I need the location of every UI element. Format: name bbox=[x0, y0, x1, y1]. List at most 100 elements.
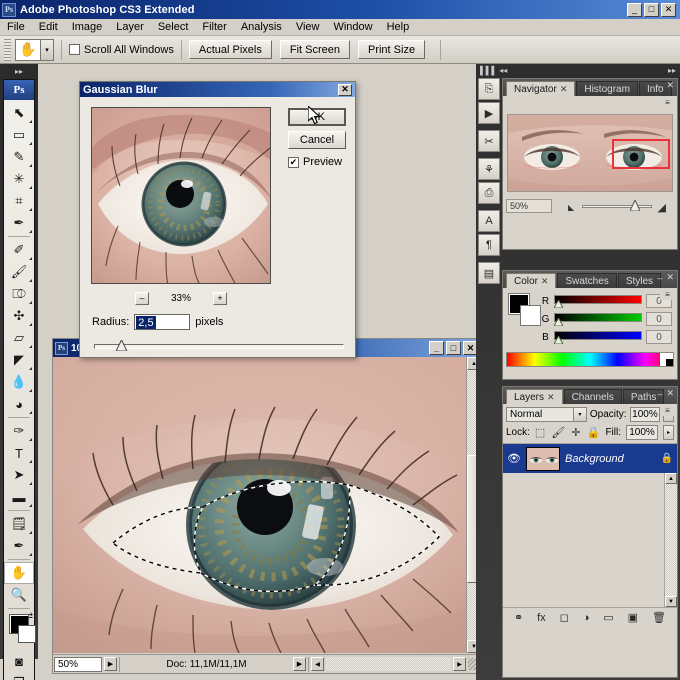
magic-wand-tool[interactable]: ✳ bbox=[4, 168, 34, 190]
gaussian-blur-preview-image[interactable] bbox=[91, 107, 271, 284]
tab-color-swatches[interactable]: Swatches bbox=[557, 273, 617, 288]
tab-navigator-histogram[interactable]: Histogram bbox=[576, 81, 638, 96]
tool-flyout-triangle-icon[interactable] bbox=[29, 161, 32, 167]
menu-item-help[interactable]: Help bbox=[380, 20, 417, 34]
channel-value-b[interactable]: 0 bbox=[646, 330, 672, 344]
tab-navigator-navigator[interactable]: Navigator ✕ bbox=[506, 81, 576, 96]
lock-all-icon[interactable]: 🔒 bbox=[587, 426, 601, 439]
tool-preset-chevron-down-icon[interactable]: ▾ bbox=[41, 38, 54, 61]
background-color-swatch[interactable] bbox=[18, 625, 36, 643]
channel-slider-b[interactable] bbox=[554, 331, 642, 344]
paragraph-panel-icon[interactable]: ¶ bbox=[478, 234, 500, 256]
actual-pixels-button[interactable]: Actual Pixels bbox=[188, 40, 272, 59]
channel-gradient-bar[interactable] bbox=[554, 331, 642, 340]
document-zoom-field[interactable]: 50% bbox=[54, 656, 102, 672]
document-maximize-button[interactable]: □ bbox=[446, 341, 461, 355]
color-background-swatch[interactable] bbox=[520, 305, 541, 326]
new-layer-button[interactable]: ▣ bbox=[628, 611, 638, 624]
status-play-button[interactable]: ▶ bbox=[104, 657, 117, 671]
channel-slider-g[interactable] bbox=[554, 313, 642, 326]
tool-flyout-triangle-icon[interactable] bbox=[29, 457, 32, 463]
tool-flyout-triangle-icon[interactable] bbox=[29, 550, 32, 556]
layers-panel-menu-icon[interactable]: ≡ bbox=[660, 404, 675, 416]
scroll-all-windows-checkbox[interactable] bbox=[69, 44, 80, 55]
delete-layer-button[interactable]: 🗑 bbox=[652, 611, 666, 624]
eyedropper-tool[interactable]: ✒ bbox=[4, 212, 34, 234]
navigator-minimize-icon[interactable]: – bbox=[657, 81, 662, 91]
path-selection-tool[interactable]: ➤ bbox=[4, 464, 34, 486]
color-ramp-black-chip[interactable] bbox=[666, 359, 673, 366]
navigator-zoom-slider[interactable]: ◣ ◢ bbox=[556, 199, 674, 214]
lock-position-icon[interactable]: ✛ bbox=[571, 426, 580, 439]
new-group-button[interactable]: ▭ bbox=[603, 611, 613, 624]
navigator-close-icon[interactable]: ✕ bbox=[666, 80, 674, 91]
move-tool[interactable]: ⬉ bbox=[4, 102, 34, 124]
preview-checkbox[interactable]: ✔ bbox=[288, 156, 299, 168]
layer-row-background[interactable]: 👁 Background 🔒 bbox=[503, 443, 677, 473]
tool-flyout-triangle-icon[interactable] bbox=[29, 183, 32, 189]
channel-slider-r[interactable] bbox=[554, 295, 642, 308]
options-bar-grip[interactable] bbox=[4, 38, 11, 61]
tool-flyout-triangle-icon[interactable] bbox=[29, 298, 32, 304]
tab-color-color[interactable]: Color ✕ bbox=[506, 273, 557, 288]
rectangle-shape-tool[interactable]: ▬ bbox=[4, 486, 34, 508]
gaussian-blur-title-bar[interactable]: Gaussian Blur ✕ bbox=[80, 82, 355, 97]
tab-color-styles[interactable]: Styles bbox=[617, 273, 662, 288]
brush-tool[interactable]: 🖌 bbox=[4, 261, 34, 283]
actions-panel-icon[interactable]: ▶ bbox=[478, 102, 500, 124]
menu-item-view[interactable]: View bbox=[289, 20, 327, 34]
tool-flyout-triangle-icon[interactable] bbox=[29, 276, 32, 282]
fill-value[interactable]: 100% bbox=[626, 425, 658, 440]
color-swatches-control[interactable]: ⇄ bbox=[4, 611, 36, 650]
lock-image-icon[interactable]: 🖌 bbox=[551, 426, 565, 439]
layers-scroll-down-button[interactable]: ▼ bbox=[665, 596, 677, 607]
menu-item-layer[interactable]: Layer bbox=[109, 20, 151, 34]
paint-bucket-tool[interactable]: ◤ bbox=[4, 349, 34, 371]
tool-flyout-triangle-icon[interactable] bbox=[29, 205, 32, 211]
tool-flyout-triangle-icon[interactable] bbox=[29, 320, 32, 326]
close-button[interactable]: ✕ bbox=[661, 2, 676, 17]
color-close-icon[interactable]: ✕ bbox=[666, 272, 674, 283]
cancel-button[interactable]: Cancel bbox=[288, 131, 346, 149]
blend-mode-chevron-down-icon[interactable]: ▾ bbox=[572, 408, 586, 421]
menu-item-image[interactable]: Image bbox=[65, 20, 110, 34]
rectangular-marquee-tool[interactable]: ▭ bbox=[4, 124, 34, 146]
tool-flyout-triangle-icon[interactable] bbox=[29, 528, 32, 534]
healing-brush-tool[interactable]: ✐ bbox=[4, 239, 34, 261]
navigator-thumbnail[interactable] bbox=[507, 114, 673, 192]
menu-item-edit[interactable]: Edit bbox=[32, 20, 65, 34]
preview-zoom-out-button[interactable]: – bbox=[134, 291, 149, 305]
menu-item-file[interactable]: File bbox=[0, 20, 32, 34]
pen-tool[interactable]: ✑ bbox=[4, 420, 34, 442]
radius-slider-track[interactable] bbox=[94, 344, 344, 349]
navigator-zoom-out-icon[interactable]: ◣ bbox=[568, 203, 574, 212]
scroll-all-windows-checkbox-group[interactable]: Scroll All Windows bbox=[69, 44, 174, 56]
clone-source-panel-icon[interactable]: ⎙ bbox=[478, 182, 500, 204]
history-brush-tool[interactable]: ✣ bbox=[4, 305, 34, 327]
layer-comps-panel-icon[interactable]: ▤ bbox=[478, 262, 500, 284]
radius-slider-thumb[interactable] bbox=[116, 340, 127, 351]
blend-mode-select[interactable]: Normal ▾ bbox=[506, 407, 587, 422]
layers-scroll-up-button[interactable]: ▲ bbox=[665, 473, 677, 484]
color-panel-menu-icon[interactable]: ≡ bbox=[660, 288, 675, 300]
menu-item-select[interactable]: Select bbox=[151, 20, 196, 34]
tool-flyout-triangle-icon[interactable] bbox=[29, 227, 32, 233]
layer-mask-button[interactable]: ◻ bbox=[560, 611, 569, 624]
zoom-tool[interactable]: 🔍 bbox=[4, 584, 34, 606]
tab-close-icon[interactable]: ✕ bbox=[560, 84, 568, 95]
document-minimize-button[interactable]: _ bbox=[429, 341, 444, 355]
quick-mask-toggle[interactable]: ◙ bbox=[4, 650, 34, 672]
minimize-button[interactable]: _ bbox=[627, 2, 642, 17]
tool-flyout-triangle-icon[interactable] bbox=[29, 501, 32, 507]
document-horizontal-scrollbar[interactable] bbox=[326, 657, 584, 671]
print-size-button[interactable]: Print Size bbox=[357, 40, 426, 59]
channel-slider-knob[interactable] bbox=[554, 300, 563, 308]
tool-flyout-triangle-icon[interactable] bbox=[29, 139, 32, 145]
brushes-panel-icon[interactable]: ⚘ bbox=[478, 158, 500, 180]
dock-collapse-right-icon[interactable]: ▸▸ bbox=[668, 66, 676, 75]
layer-style-button[interactable]: fx bbox=[537, 612, 546, 624]
channel-slider-knob[interactable] bbox=[554, 318, 563, 326]
navigator-panel-menu-icon[interactable]: ≡ bbox=[660, 96, 675, 108]
hscroll-right-button[interactable]: ▶ bbox=[453, 657, 466, 671]
color-sampler-tool[interactable]: ✒ bbox=[4, 535, 34, 557]
